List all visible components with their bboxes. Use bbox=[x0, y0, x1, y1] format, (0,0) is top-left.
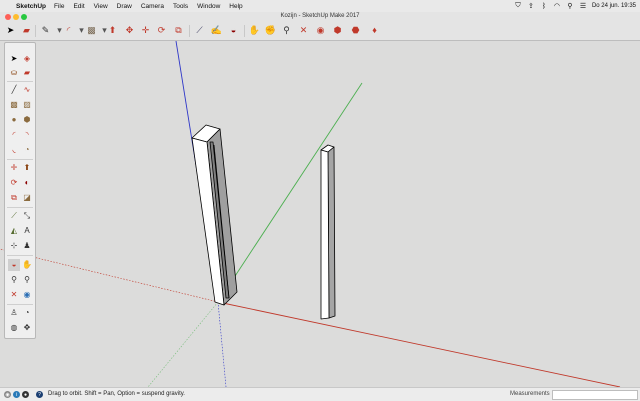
large-tool-set-palette: ➤ ◈ ⛀ ▰ ╱ ∿ ▩ ▨ ● ⬢ ◜ ◝ ◟ ◔ ✛ ⬆ ⟳ ◐ ⧉ ◪ … bbox=[4, 42, 36, 339]
menu-tools[interactable]: Tools bbox=[173, 3, 188, 10]
menu-edit[interactable]: Edit bbox=[73, 3, 84, 10]
rectangle-icon[interactable]: ▩ bbox=[8, 99, 20, 111]
make-component-icon[interactable]: ◈ bbox=[21, 53, 33, 65]
status-bar: ◉ i ● ? Drag to orbit. Shift = Pan, Opti… bbox=[0, 387, 640, 401]
zoom-extents-icon[interactable]: ✕ bbox=[8, 289, 20, 301]
rotated-rectangle-icon[interactable]: ▨ bbox=[21, 99, 33, 111]
upload-icon[interactable]: ⇪ bbox=[527, 3, 535, 10]
warehouse-icon[interactable]: ◉ bbox=[315, 25, 326, 36]
position-camera-icon[interactable]: ◉ bbox=[21, 289, 33, 301]
polygon-icon[interactable]: ⬢ bbox=[21, 114, 33, 126]
paint-bucket-icon[interactable]: ⛀ bbox=[8, 67, 20, 79]
zoom-window-icon[interactable]: ⚲ bbox=[21, 274, 33, 286]
menu-file[interactable]: File bbox=[54, 3, 64, 10]
zoom-extents-icon[interactable]: ✕ bbox=[298, 25, 309, 36]
text-icon[interactable]: A bbox=[21, 225, 33, 237]
tape-measure-icon[interactable]: ⟋ bbox=[194, 25, 205, 36]
blue-axis-dashed bbox=[217, 301, 227, 387]
search-icon[interactable]: ⚲ bbox=[566, 3, 574, 10]
model-viewport[interactable] bbox=[0, 41, 640, 387]
measurements-label: Measurements bbox=[510, 391, 550, 397]
two-point-arc-icon[interactable]: ◝ bbox=[21, 129, 33, 141]
status-menu-area: ⛉ ⇪ ᛒ ◠ ⚲ ☰ Do 24 jun. 19:35 bbox=[514, 0, 636, 12]
menu-camera[interactable]: Camera bbox=[141, 3, 164, 10]
extension-warehouse-icon[interactable]: ⬢ bbox=[332, 25, 343, 36]
shield-icon[interactable]: ⛉ bbox=[514, 2, 522, 10]
move-icon[interactable]: ✛ bbox=[8, 162, 20, 174]
eraser-icon[interactable]: ▰ bbox=[21, 67, 33, 79]
control-center-icon[interactable]: ☰ bbox=[579, 3, 587, 10]
move-icon[interactable]: ✥ bbox=[124, 25, 135, 36]
user-icon[interactable]: ● bbox=[22, 391, 29, 398]
freehand-icon[interactable]: ∿ bbox=[21, 84, 33, 96]
protractor-icon[interactable]: ◭ bbox=[8, 225, 20, 237]
status-hint: Drag to orbit. Shift = Pan, Option = sus… bbox=[48, 391, 185, 397]
line-icon[interactable]: ╱ bbox=[8, 84, 20, 96]
scale-icon[interactable]: ⧉ bbox=[8, 192, 20, 204]
rotate-icon[interactable]: ✛ bbox=[140, 25, 151, 36]
green-axis-dashed bbox=[147, 301, 219, 387]
offset-icon[interactable]: ◪ bbox=[21, 192, 33, 204]
left-jamb bbox=[191, 124, 238, 306]
pan-icon[interactable]: ✋ bbox=[21, 259, 33, 271]
three-point-arc-icon[interactable]: ◟ bbox=[8, 144, 20, 156]
menu-window[interactable]: Window bbox=[197, 3, 220, 10]
hand-icon[interactable]: ✊ bbox=[265, 25, 276, 36]
select-icon[interactable]: ➤ bbox=[8, 53, 20, 65]
green-axis-solid bbox=[217, 82, 363, 303]
select-icon[interactable]: ➤ bbox=[5, 25, 16, 36]
right-post bbox=[320, 144, 336, 320]
window-title-bar: Kozijn - SketchUp Make 2017 bbox=[0, 12, 640, 22]
pencil-icon[interactable]: ✎ bbox=[40, 25, 51, 36]
3d-text-icon[interactable]: ♟ bbox=[21, 240, 33, 252]
push-pull-icon[interactable]: ⬆ bbox=[21, 162, 33, 174]
instructor-icon[interactable]: ? bbox=[36, 391, 43, 398]
arc-icon[interactable]: ◜ bbox=[63, 25, 74, 36]
menu-app-name[interactable]: SketchUp bbox=[16, 3, 46, 10]
eraser-icon[interactable]: ▰ bbox=[21, 25, 32, 36]
menu-help[interactable]: Help bbox=[229, 3, 242, 10]
red-axis-solid bbox=[217, 301, 621, 387]
layout-icon[interactable]: ⬣ bbox=[350, 25, 361, 36]
menu-clock[interactable]: Do 24 jun. 19:35 bbox=[592, 3, 636, 9]
menu-view[interactable]: View bbox=[94, 3, 108, 10]
circle-icon[interactable]: ● bbox=[8, 114, 20, 126]
window-title: Kozijn - SketchUp Make 2017 bbox=[280, 13, 360, 19]
walk-icon[interactable]: ♙ bbox=[8, 307, 20, 319]
zoom-icon[interactable]: ⚲ bbox=[8, 274, 20, 286]
main-toolbar: ➤ ▰ ✎ ▾ ◜ ▾ ▩ ▾ ⬆ ✥ ✛ ⟳ ⧉ ⟋ ✍ ◒ ✋ ✊ ⚲ ✕ … bbox=[0, 22, 640, 41]
rotate-arrows-icon[interactable]: ⟳ bbox=[156, 25, 167, 36]
rotate-icon[interactable]: ⟳ bbox=[8, 177, 20, 189]
arc-icon[interactable]: ◜ bbox=[8, 129, 20, 141]
axes-icon[interactable]: ⊹ bbox=[8, 240, 20, 252]
orbit-icon[interactable]: ◒ bbox=[228, 25, 239, 36]
look-around-icon[interactable]: ◔ bbox=[21, 307, 33, 319]
ruby-icon[interactable]: ♦ bbox=[369, 25, 380, 36]
paint-bucket-icon[interactable]: ✍ bbox=[211, 25, 222, 36]
menu-draw[interactable]: Draw bbox=[117, 3, 132, 10]
scale-icon[interactable]: ⧉ bbox=[173, 25, 184, 36]
geolocation-icon[interactable]: ◉ bbox=[4, 391, 11, 398]
dimension-icon[interactable]: ⤡ bbox=[21, 210, 33, 222]
follow-me-icon[interactable]: ◐ bbox=[21, 177, 33, 189]
push-pull-icon[interactable]: ⬆ bbox=[107, 25, 118, 36]
measurements-input[interactable] bbox=[552, 390, 638, 400]
tape-measure-icon[interactable]: ⟋ bbox=[8, 210, 20, 222]
credits-icon[interactable]: i bbox=[13, 391, 20, 398]
scene-canvas bbox=[0, 41, 621, 387]
display-section-icon[interactable]: ✥ bbox=[21, 322, 33, 334]
rectangle-icon[interactable]: ▩ bbox=[86, 25, 97, 36]
bluetooth-icon[interactable]: ᛒ bbox=[540, 3, 548, 10]
section-plane-icon[interactable]: ◍ bbox=[8, 322, 20, 334]
wifi-icon[interactable]: ◠ bbox=[553, 3, 561, 10]
pan-icon[interactable]: ✋ bbox=[249, 25, 260, 36]
orbit-icon[interactable]: ◒ bbox=[8, 259, 20, 271]
zoom-icon[interactable]: ⚲ bbox=[281, 25, 292, 36]
pie-icon[interactable]: ◔ bbox=[21, 144, 33, 156]
